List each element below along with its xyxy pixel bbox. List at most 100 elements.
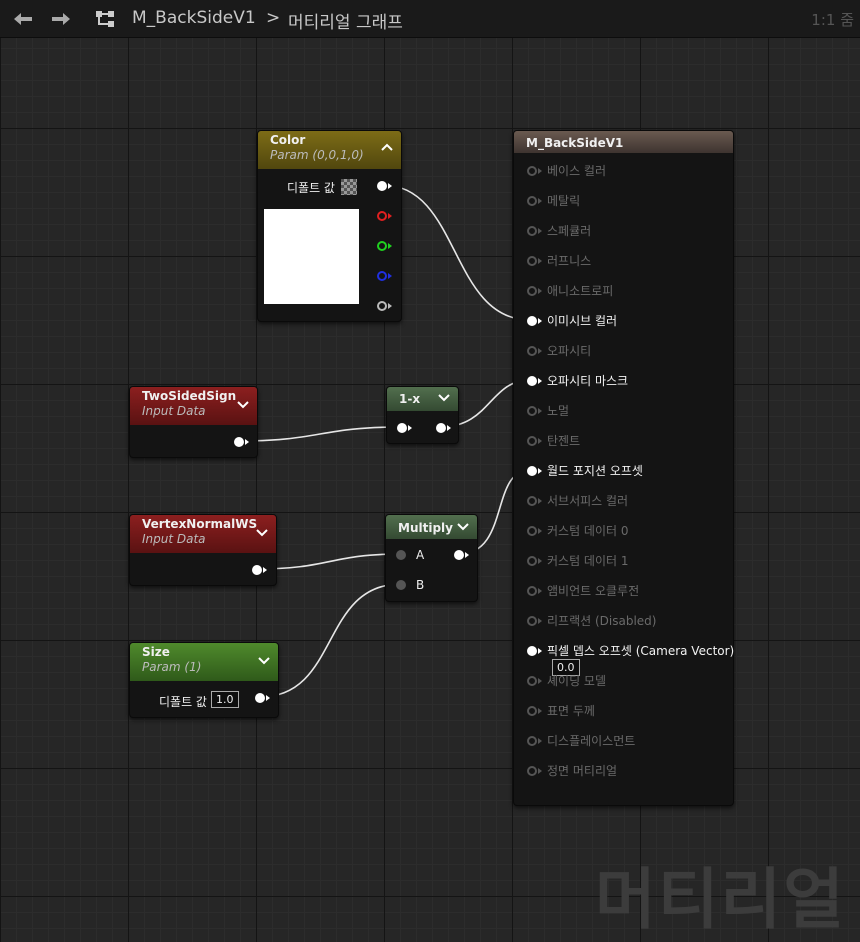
- material-result-node[interactable]: M_BackSideV1 베이스 컬러 메탈릭 스페큘러 러프니스 애니소트로피 이미시브…: [513, 130, 734, 806]
- material-input-pin[interactable]: [527, 496, 537, 506]
- pin-arrow-icon: [263, 567, 267, 573]
- pin-arrow-icon: [388, 243, 392, 249]
- chevron-down-icon[interactable]: [258, 657, 270, 665]
- material-input-label: 월드 포지션 오프셋: [547, 464, 643, 478]
- pin-arrow-icon: [538, 168, 542, 174]
- breadcrumb-asset[interactable]: M_BackSideV1: [132, 8, 256, 28]
- color-param-node[interactable]: Color Param (0,0,1,0) 디폴트 값: [257, 130, 402, 322]
- material-input-pin[interactable]: [527, 166, 537, 176]
- pin-arrow-icon: [388, 213, 392, 219]
- pin-arrow-icon: [538, 258, 542, 264]
- output-pin[interactable]: [234, 437, 244, 447]
- material-input-label: 이미시브 컬러: [547, 314, 618, 328]
- pin-arrow-icon: [388, 183, 392, 189]
- material-input-pin[interactable]: [527, 406, 537, 416]
- pin-arrow-icon: [538, 648, 542, 654]
- a-output-pin[interactable]: [377, 301, 387, 311]
- input-pin[interactable]: [397, 423, 407, 433]
- wire-twosided-to-oneminus: [238, 426, 402, 442]
- material-input-pin[interactable]: [527, 196, 537, 206]
- output-pin[interactable]: [252, 565, 262, 575]
- material-input-label: 디스플레이스먼트: [547, 734, 636, 748]
- graph-icon: [92, 6, 118, 32]
- material-input-label: 베이스 컬러: [547, 164, 607, 178]
- material-input-pin[interactable]: [527, 766, 537, 776]
- material-input-label: 탄젠트: [547, 434, 581, 448]
- vertex-normal-ws-node[interactable]: VertexNormalWS Input Data: [129, 514, 277, 586]
- chevron-down-icon[interactable]: [237, 401, 249, 409]
- material-input-label: 셰이딩 모델: [547, 674, 607, 688]
- node-title: VertexNormalWS: [142, 517, 258, 531]
- graph-watermark: 머티리얼: [595, 861, 846, 938]
- output-pin[interactable]: [454, 550, 464, 560]
- one-minus-node[interactable]: 1-x: [386, 386, 459, 444]
- material-input-pin[interactable]: [527, 736, 537, 746]
- material-input-pin[interactable]: [527, 316, 537, 326]
- g-output-pin[interactable]: [377, 241, 387, 251]
- two-sided-sign-node[interactable]: TwoSidedSign Input Data: [129, 386, 258, 458]
- chevron-up-icon[interactable]: [381, 143, 393, 151]
- pin-arrow-icon: [538, 768, 542, 774]
- material-input-pin[interactable]: [527, 586, 537, 596]
- r-output-pin[interactable]: [377, 211, 387, 221]
- material-input-pin[interactable]: [527, 616, 537, 626]
- pin-arrow-icon: [538, 678, 542, 684]
- chevron-down-icon[interactable]: [256, 529, 268, 537]
- material-input-pin[interactable]: [527, 706, 537, 716]
- back-arrow-icon[interactable]: [10, 6, 36, 32]
- multiply-node[interactable]: Multiply A B: [385, 514, 478, 602]
- forward-arrow-icon[interactable]: [48, 6, 74, 32]
- material-input-pin[interactable]: [527, 556, 537, 566]
- pin-arrow-icon: [538, 738, 542, 744]
- pin-arrow-icon: [538, 348, 542, 354]
- material-input-pin[interactable]: [527, 646, 537, 656]
- material-input-pin[interactable]: [527, 376, 537, 386]
- material-input-label: 애니소트로피: [547, 284, 614, 298]
- pin-arrow-icon: [465, 552, 469, 558]
- pin-arrow-icon: [538, 318, 542, 324]
- default-value-field[interactable]: 1.0: [211, 691, 239, 708]
- material-input-label: 노멀: [547, 404, 570, 418]
- checker-swatch-icon[interactable]: [341, 179, 357, 195]
- pin-arrow-icon: [266, 695, 270, 701]
- wire-vertexnormal-to-multiply-a: [256, 553, 402, 570]
- color-preview-swatch: [264, 209, 359, 304]
- chevron-down-icon[interactable]: [457, 523, 469, 531]
- node-title: M_BackSideV1: [526, 136, 624, 150]
- rgba-output-pin[interactable]: [377, 181, 387, 191]
- output-pin[interactable]: [255, 693, 265, 703]
- material-input-pin[interactable]: [527, 436, 537, 446]
- node-title: Size: [142, 645, 170, 659]
- pin-arrow-icon: [245, 439, 249, 445]
- material-input-label: 스페큘러: [547, 224, 592, 238]
- output-pin[interactable]: [436, 423, 446, 433]
- breadcrumb-graph: 머티리얼 그래프: [288, 13, 403, 33]
- material-input-pin[interactable]: [527, 256, 537, 266]
- pin-arrow-icon: [538, 198, 542, 204]
- pin-arrow-icon: [388, 303, 392, 309]
- material-input-pin[interactable]: [527, 286, 537, 296]
- material-input-label: 앰비언트 오클루전: [547, 584, 640, 598]
- node-title: Color: [270, 133, 306, 147]
- material-input-pin[interactable]: [527, 346, 537, 356]
- material-input-label: 오파시티: [547, 344, 592, 358]
- default-value-label: 디폴트 값: [159, 695, 207, 709]
- material-input-pin[interactable]: [527, 226, 537, 236]
- zoom-level: 1:1 줌: [811, 11, 854, 29]
- material-input-pin[interactable]: [527, 526, 537, 536]
- material-input-label: 서브서피스 컬러: [547, 494, 629, 508]
- material-input-pin[interactable]: [527, 676, 537, 686]
- pin-label-b: B: [416, 578, 425, 592]
- input-pin-a[interactable]: [396, 550, 406, 560]
- chevron-down-icon[interactable]: [438, 394, 450, 402]
- node-title: Multiply: [398, 521, 453, 535]
- input-pin-b[interactable]: [396, 580, 406, 590]
- node-subtitle: Param (0,0,1,0): [270, 148, 364, 162]
- b-output-pin[interactable]: [377, 271, 387, 281]
- material-input-pin[interactable]: [527, 466, 537, 476]
- pin-arrow-icon: [538, 228, 542, 234]
- size-param-node[interactable]: Size Param (1) 디폴트 값 1.0: [129, 642, 279, 718]
- node-subtitle: Input Data: [142, 532, 206, 546]
- wire-size-to-multiply-b: [259, 583, 402, 698]
- pin-arrow-icon: [538, 588, 542, 594]
